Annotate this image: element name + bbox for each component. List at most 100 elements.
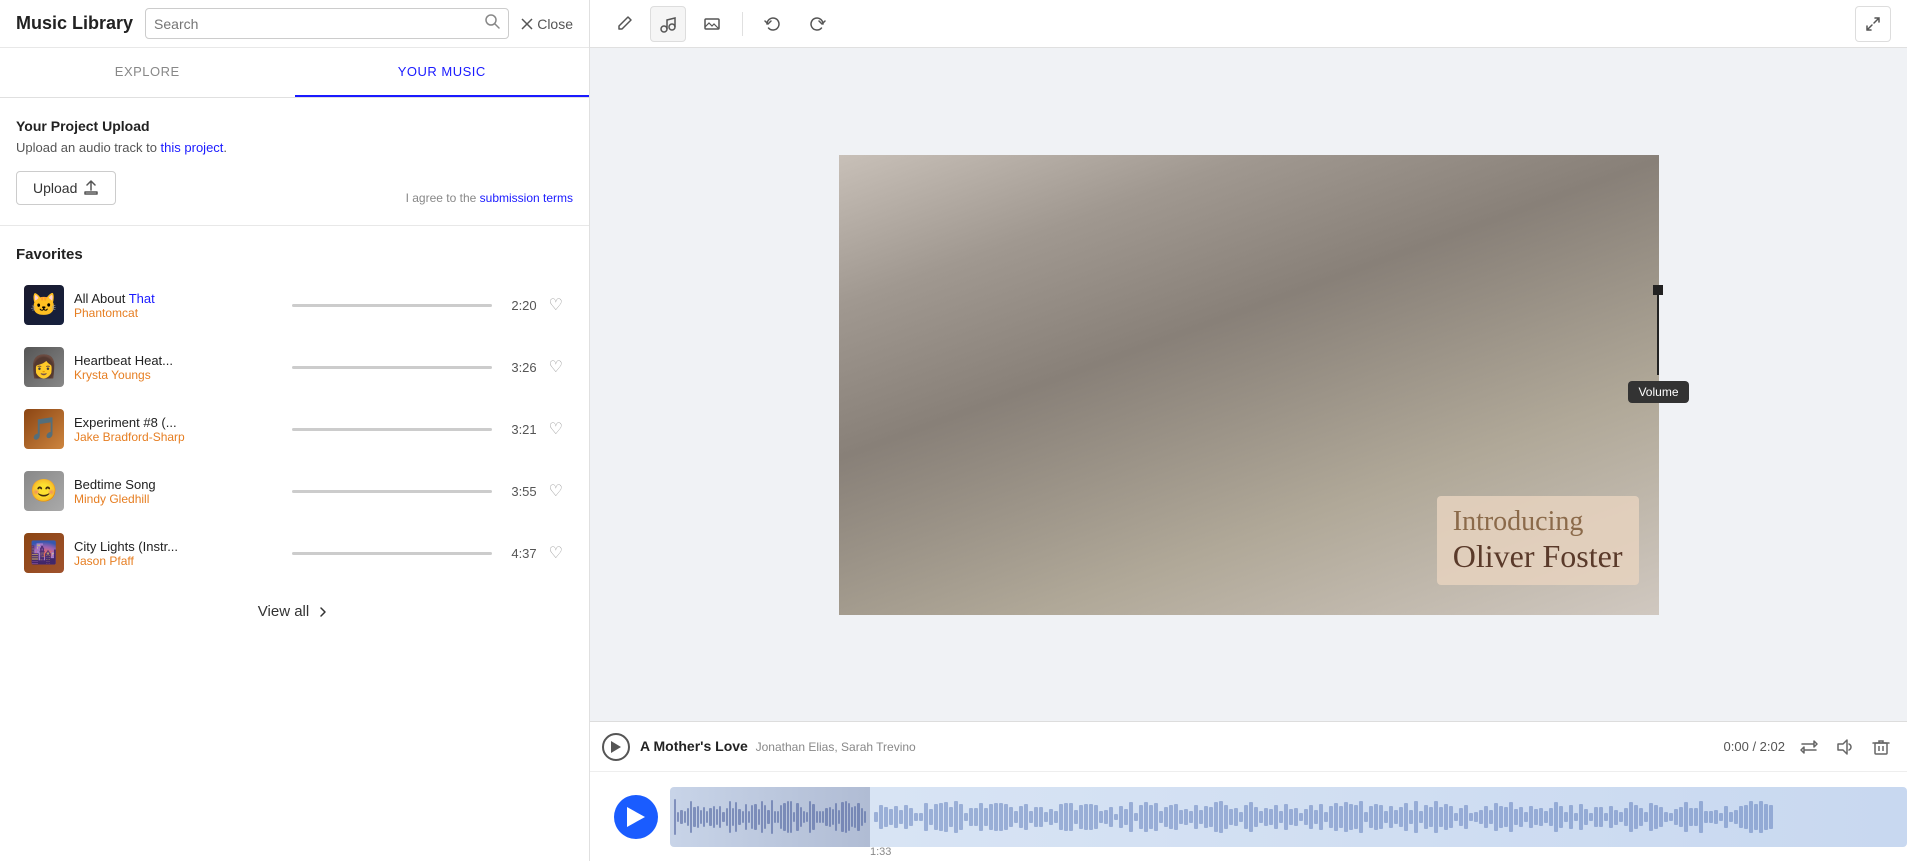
timeline-waveform-row: 1:33	[590, 772, 1907, 861]
overlay-text-box: Introducing Oliver Foster	[1437, 496, 1639, 585]
waveform-upcoming	[870, 787, 1907, 847]
upload-label: Upload	[33, 180, 77, 196]
track-thumbnail: 🐱	[24, 285, 64, 325]
track-waveform	[292, 304, 492, 307]
track-waveform	[292, 490, 492, 493]
timeline-play-button[interactable]	[602, 733, 630, 761]
view-all-label: View all	[258, 603, 309, 620]
track-thumbnail: 🌆	[24, 533, 64, 573]
upload-area: Upload I agree to the submission terms	[16, 171, 573, 205]
search-icon	[484, 13, 500, 34]
search-input[interactable]	[154, 16, 478, 32]
track-item[interactable]: 🎵 Experiment #8 (... Jake Bradford-Sharp…	[16, 399, 573, 459]
track-info: City Lights (Instr... Jason Pfaff	[74, 539, 282, 568]
tab-your-music[interactable]: YOUR MUSIC	[295, 48, 590, 97]
track-list: 🐱 All About That Phantomcat 2:20 ♡ 👩	[16, 275, 573, 583]
right-panel: Introducing Oliver Foster Volume	[590, 0, 1907, 861]
panel-content: Your Project Upload Upload an audio trac…	[0, 98, 589, 861]
timeline-volume-button[interactable]	[1831, 733, 1859, 761]
waveform-played	[670, 787, 870, 847]
track-duration: 3:21	[502, 422, 537, 437]
favorite-button[interactable]: ♡	[547, 293, 565, 317]
upload-title: Your Project Upload	[16, 118, 573, 134]
track-item[interactable]: 👩 Heartbeat Heat... Krysta Youngs 3:26 ♡	[16, 337, 573, 397]
track-artist: Jake Bradford-Sharp	[74, 430, 282, 444]
tabs-container: EXPLORE YOUR MUSIC	[0, 48, 589, 98]
favorite-button[interactable]: ♡	[547, 355, 565, 379]
left-panel: Music Library Close EXPLORE YOUR MUSIC	[0, 0, 590, 861]
track-artist: Jason Pfaff	[74, 554, 282, 568]
upload-button[interactable]: Upload	[16, 171, 116, 205]
track-meta: A Mother's Love Jonathan Elias, Sarah Tr…	[640, 738, 1714, 756]
video-frame: Introducing Oliver Foster	[839, 155, 1659, 615]
edit-tool-button[interactable]	[606, 6, 642, 42]
track-name: Experiment #8 (...	[74, 415, 282, 430]
track-item[interactable]: 🌆 City Lights (Instr... Jason Pfaff 4:37…	[16, 523, 573, 583]
top-bar: Music Library Close	[0, 0, 589, 48]
track-thumbnail: 😊	[24, 471, 64, 511]
app-title: Music Library	[16, 13, 133, 34]
favorites-title: Favorites	[16, 246, 573, 263]
time-display: 0:00 / 2:02	[1724, 739, 1785, 754]
overlay-text-introducing: Introducing	[1453, 506, 1623, 538]
favorites-section: Favorites 🐱 All About That Phantomcat 2:…	[16, 246, 573, 636]
close-button[interactable]: Close	[521, 16, 573, 32]
track-name: All About That	[74, 291, 282, 306]
timeline-area: A Mother's Love Jonathan Elias, Sarah Tr…	[590, 721, 1907, 861]
upload-subtitle: Upload an audio track to this project.	[16, 140, 573, 155]
track-info: All About That Phantomcat	[74, 291, 282, 320]
music-tool-button[interactable]	[650, 6, 686, 42]
canvas-area: Introducing Oliver Foster Volume	[590, 48, 1907, 721]
view-all-button[interactable]: View all	[258, 603, 331, 620]
waveform-bars-played	[670, 787, 870, 847]
track-thumbnail: 👩	[24, 347, 64, 387]
waveform-bars-upcoming	[870, 787, 1907, 847]
track-waveform	[292, 552, 492, 555]
submission-terms-link[interactable]: submission terms	[480, 191, 573, 205]
track-info: Heartbeat Heat... Krysta Youngs	[74, 353, 282, 382]
upload-section: Your Project Upload Upload an audio trac…	[16, 118, 573, 205]
track-info: Bedtime Song Mindy Gledhill	[74, 477, 282, 506]
timeline-track-header: A Mother's Love Jonathan Elias, Sarah Tr…	[590, 722, 1907, 772]
track-item[interactable]: 😊 Bedtime Song Mindy Gledhill 3:55 ♡	[16, 461, 573, 521]
track-thumbnail: 🎵	[24, 409, 64, 449]
editor-toolbar	[590, 0, 1907, 48]
timeline-delete-button[interactable]	[1867, 733, 1895, 761]
timeline-controls	[1795, 733, 1895, 761]
redo-button[interactable]	[799, 6, 835, 42]
timeline-repeat-button[interactable]	[1795, 733, 1823, 761]
large-play-button[interactable]	[614, 795, 658, 839]
timeline-track-artists: Jonathan Elias, Sarah Trevino	[752, 740, 915, 754]
favorite-button[interactable]: ♡	[547, 541, 565, 565]
toolbar-separator	[742, 12, 743, 36]
undo-button[interactable]	[755, 6, 791, 42]
timestamp-label: 1:33	[870, 846, 891, 858]
image-tool-button[interactable]	[694, 6, 730, 42]
waveform-container[interactable]: 1:33	[670, 772, 1907, 861]
track-artist: Mindy Gledhill	[74, 492, 282, 506]
overlay-text-name: Oliver Foster	[1453, 538, 1623, 575]
track-duration: 4:37	[502, 546, 537, 561]
track-duration: 3:55	[502, 484, 537, 499]
terms-text: I agree to the submission terms	[406, 191, 573, 205]
track-name: Heartbeat Heat...	[74, 353, 282, 368]
view-all-row: View all	[16, 583, 573, 636]
track-name: Bedtime Song	[74, 477, 282, 492]
volume-control[interactable]: Volume	[1628, 285, 1688, 403]
favorite-button[interactable]: ♡	[547, 479, 565, 503]
volume-line	[1657, 295, 1659, 375]
timeline-track-name: A Mother's Love	[640, 738, 748, 754]
volume-dot	[1653, 285, 1663, 295]
track-artist: Krysta Youngs	[74, 368, 282, 382]
track-waveform	[292, 428, 492, 431]
track-item[interactable]: 🐱 All About That Phantomcat 2:20 ♡	[16, 275, 573, 335]
track-artist: Phantomcat	[74, 306, 282, 320]
tab-explore[interactable]: EXPLORE	[0, 48, 295, 97]
search-box[interactable]	[145, 8, 509, 39]
video-frame-wrapper: Introducing Oliver Foster Volume	[839, 155, 1659, 615]
project-link[interactable]: this project	[161, 140, 224, 155]
close-label: Close	[537, 16, 573, 32]
track-duration: 2:20	[502, 298, 537, 313]
favorite-button[interactable]: ♡	[547, 417, 565, 441]
expand-button[interactable]	[1855, 6, 1891, 42]
